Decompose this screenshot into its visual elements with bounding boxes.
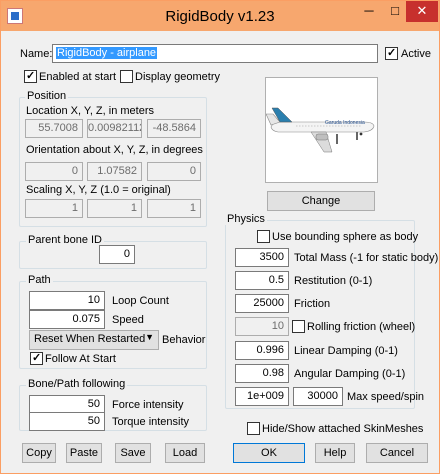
active-label: Active [401,48,431,60]
total-mass-field[interactable]: 3500 [235,248,289,267]
display-geometry-label: Display geometry [135,71,220,83]
parent-bone-field[interactable]: 0 [99,245,135,264]
position-group-title: Position [25,90,69,102]
behavior-select[interactable]: Reset When Restarted ▼ [29,330,159,350]
follow-at-start-checkbox[interactable] [30,351,43,365]
model-preview: Garuda Indonesia [265,77,378,183]
rolling-friction-checkbox[interactable] [292,320,305,333]
behavior-value: Reset When Restarted [34,333,146,345]
name-field[interactable]: RigidBody - airplane [52,44,378,63]
linear-damping-label: Linear Damping (0-1) [294,345,398,357]
rigidbody-window: RigidBody v1.23 ─ □ ✕ Name: RigidBody - … [0,0,440,474]
speed-field[interactable]: 0.075 [29,310,105,329]
copy-button[interactable]: Copy [22,443,56,463]
load-button[interactable]: Load [165,443,205,463]
bounding-sphere-label: Use bounding sphere as body [272,231,419,243]
save-button[interactable]: Save [115,443,151,463]
max-speed-field[interactable]: 1e+009 [235,387,289,406]
max-spin-field[interactable]: 30000 [293,387,343,406]
behavior-label: Behavior [162,334,206,346]
help-button[interactable]: Help [315,443,355,463]
scaling-y-field[interactable]: 1 [87,199,142,218]
loop-count-field[interactable]: 10 [29,291,105,310]
change-button[interactable]: Change [267,191,375,211]
rolling-friction-label: Rolling friction (wheel) [307,321,416,333]
active-checkbox[interactable] [385,46,398,60]
physics-group-title: Physics [225,213,267,225]
path-group-title: Path [26,274,53,286]
name-label: Name: [20,48,53,60]
cancel-button[interactable]: Cancel [366,443,428,463]
name-value: RigidBody - airplane [56,47,158,59]
orientation-x-field[interactable]: 0 [25,162,83,181]
friction-field[interactable]: 25000 [235,294,289,313]
location-z-field[interactable]: -48.5864 [147,119,201,138]
angular-damping-field[interactable]: 0.98 [235,364,289,383]
maximize-button[interactable]: □ [382,1,408,22]
loop-count-label: Loop Count [112,295,169,307]
airplane-image [266,107,375,153]
orientation-z-field[interactable]: 0 [147,162,201,181]
follow-at-start-label: Follow At Start [45,353,116,365]
location-label: Location X, Y, Z, in meters [26,105,154,117]
orientation-y-field[interactable]: 1.07582 [87,162,142,181]
force-intensity-label: Force intensity [112,399,184,411]
scaling-x-field[interactable]: 1 [25,199,83,218]
linear-damping-field[interactable]: 0.996 [235,341,289,360]
max-speed-spin-label: Max speed/spin [347,391,425,403]
enabled-at-start-checkbox[interactable] [24,69,37,83]
preview-caption: Garuda Indonesia [325,120,365,126]
parent-bone-label: Parent bone ID [26,234,104,246]
rolling-friction-field[interactable]: 10 [235,317,289,336]
minimize-button[interactable]: ─ [356,1,382,22]
orientation-label: Orientation about X, Y, Z, in degrees [26,144,203,156]
ok-button[interactable]: OK [233,443,305,463]
hide-show-skinmeshes-checkbox[interactable] [247,422,260,435]
display-geometry-checkbox[interactable] [120,70,133,83]
friction-label: Friction [294,298,331,310]
close-button[interactable]: ✕ [406,1,438,22]
paste-button[interactable]: Paste [66,443,102,463]
enabled-at-start-label: Enabled at start [39,71,117,83]
restitution-label: Restitution (0-1) [294,275,373,287]
chevron-down-icon: ▼ [145,332,154,342]
restitution-field[interactable]: 0.5 [235,271,289,290]
scaling-z-field[interactable]: 1 [147,199,201,218]
bounding-sphere-checkbox[interactable] [257,230,270,243]
location-x-field[interactable]: 55.7008 [25,119,83,138]
total-mass-label: Total Mass (-1 for static body) [294,252,439,264]
bone-path-group-title: Bone/Path following [26,378,128,390]
location-y-field[interactable]: 0.00982112 [87,119,142,138]
title-bar: RigidBody v1.23 ─ □ ✕ [1,1,439,31]
hide-show-skinmeshes-label: Hide/Show attached SkinMeshes [262,423,424,435]
angular-damping-label: Angular Damping (0-1) [294,368,406,380]
torque-intensity-label: Torque intensity [112,416,190,428]
torque-intensity-field[interactable]: 50 [29,412,105,431]
scaling-label: Scaling X, Y, Z (1.0 = original) [26,184,171,196]
speed-label: Speed [112,314,144,326]
